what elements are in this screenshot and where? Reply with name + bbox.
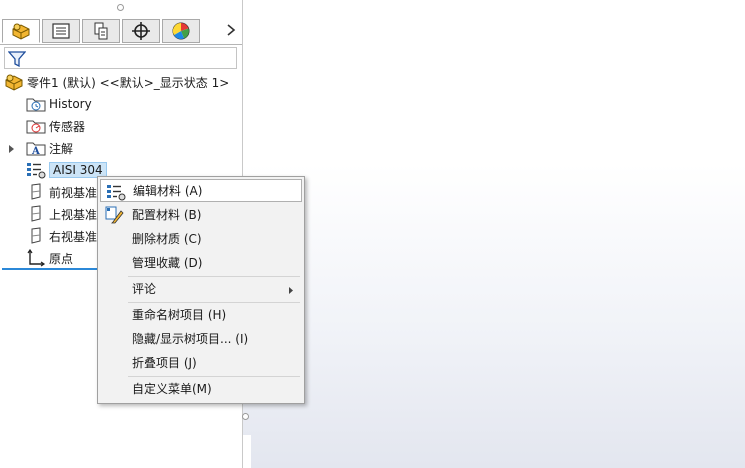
plane-icon xyxy=(26,183,46,201)
panel-edge xyxy=(242,435,251,468)
tree-item-label: 传感器 xyxy=(49,119,86,134)
dimxpert-icon xyxy=(131,22,151,40)
chevron-right-icon xyxy=(226,23,236,40)
tree-item-right-plane[interactable]: 右视基准 xyxy=(26,226,97,246)
tree-item-annotations[interactable]: A 注解 xyxy=(26,138,73,158)
submenu-arrow-icon xyxy=(288,284,294,298)
material-icon xyxy=(26,161,46,179)
menu-item-manage-favorites[interactable]: 管理收藏 (D) xyxy=(100,251,302,274)
tree-item-history[interactable]: History xyxy=(26,94,92,114)
menu-item-delete-material[interactable]: 删除材质 (C) xyxy=(100,227,302,250)
tab-dimxpert[interactable] xyxy=(122,19,160,43)
tree-item-label: 原点 xyxy=(49,251,74,266)
svg-text:A: A xyxy=(31,146,40,157)
part-icon xyxy=(4,73,24,91)
tab-propertymanager[interactable] xyxy=(42,19,80,43)
tree-item-material[interactable]: AISI 304 xyxy=(26,160,107,180)
tree-item-top-plane[interactable]: 上视基准 xyxy=(26,204,97,224)
tree-item-sensors[interactable]: 传感器 xyxy=(26,116,85,136)
tree-item-label: 右视基准 xyxy=(49,229,98,244)
configure-material-icon xyxy=(104,205,126,224)
context-menu: 编辑材料 (A) 配置材料 (B) 删除材质 (C) 管理收藏 (D) 评论 重… xyxy=(97,176,305,404)
tab-configurationmanager[interactable] xyxy=(82,19,120,43)
menu-item-comment[interactable]: 评论 xyxy=(100,277,302,300)
propertymanager-icon xyxy=(51,22,71,40)
rollback-bar[interactable] xyxy=(2,268,98,270)
plane-icon xyxy=(26,227,46,245)
tab-scroll-right[interactable] xyxy=(222,20,240,42)
menu-item-customize-menu[interactable]: 自定义菜单(M) xyxy=(100,377,302,400)
tab-displaymanager[interactable] xyxy=(162,19,200,43)
plane-icon xyxy=(26,205,46,223)
expand-arrow-icon[interactable] xyxy=(8,143,16,157)
menu-item-collapse-items[interactable]: 折叠项目 (J) xyxy=(100,351,302,374)
tree-item-label: 上视基准 xyxy=(49,207,98,222)
menu-item-configure-material[interactable]: 配置材料 (B) xyxy=(100,203,302,226)
featuremanager-part-icon xyxy=(11,22,31,40)
edit-material-icon xyxy=(105,182,127,201)
splitter-grip[interactable] xyxy=(242,413,249,420)
tree-item-label: History xyxy=(49,97,92,111)
tree-item-front-plane[interactable]: 前视基准 xyxy=(26,182,97,202)
graphics-viewport[interactable] xyxy=(243,0,745,468)
menu-item-edit-material[interactable]: 编辑材料 (A) xyxy=(100,179,302,202)
tree-root-part[interactable]: 零件1 (默认) <<默认>_显示状态 1> xyxy=(4,72,229,92)
history-folder-icon xyxy=(26,95,46,113)
tree-item-label: 注解 xyxy=(49,141,74,156)
display-manager-icon xyxy=(171,22,191,40)
panel-collapse-grip[interactable] xyxy=(117,4,124,11)
tree-filter[interactable] xyxy=(4,47,237,69)
sensor-folder-icon xyxy=(26,117,46,135)
menu-item-rename[interactable]: 重命名树项目 (H) xyxy=(100,303,302,326)
tree-root-label: 零件1 (默认) <<默认>_显示状态 1> xyxy=(27,75,230,90)
manager-tabs xyxy=(0,18,242,45)
tree-item-label: 前视基准 xyxy=(49,185,98,200)
tree-item-origin[interactable]: 原点 xyxy=(26,248,73,268)
origin-icon xyxy=(26,249,46,267)
tab-featuremanager[interactable] xyxy=(2,19,40,43)
annotation-folder-icon: A xyxy=(26,139,46,157)
menu-item-hide-show-tree-items[interactable]: 隐藏/显示树项目... (I) xyxy=(100,327,302,350)
configurationmanager-icon xyxy=(91,22,111,40)
